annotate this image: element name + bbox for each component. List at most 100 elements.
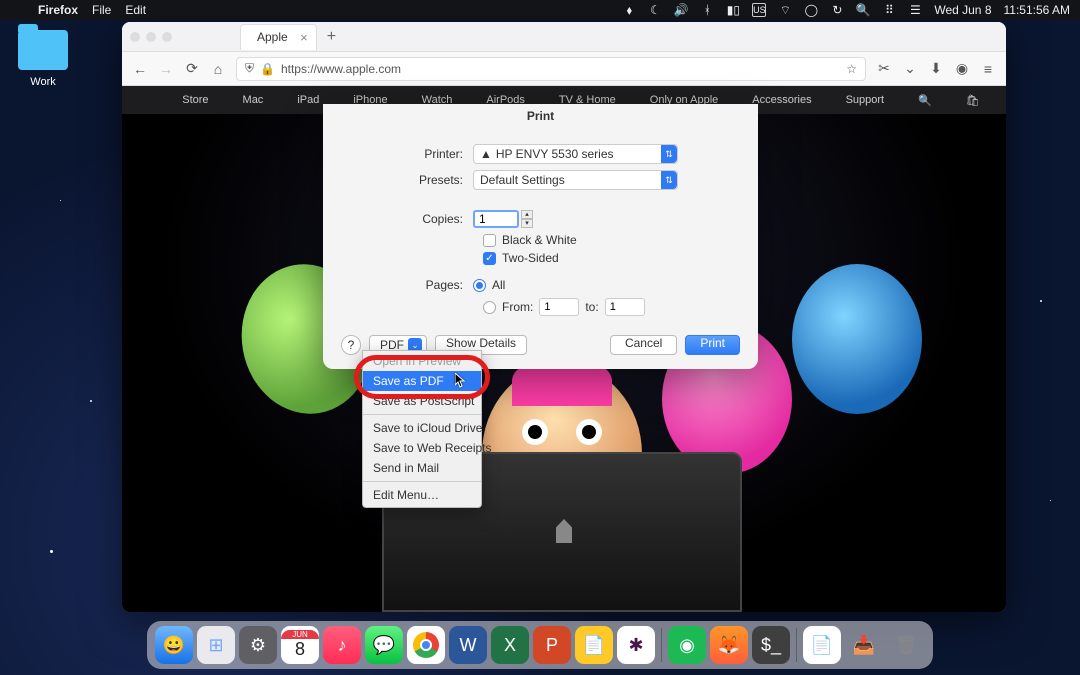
dock-textfile[interactable]: 📄 (803, 626, 841, 664)
pages-from-label: From: (502, 300, 533, 314)
home-button[interactable]: ⌂ (210, 61, 226, 77)
dock-slack[interactable]: ✱ (617, 626, 655, 664)
menubar-edit[interactable]: Edit (125, 3, 146, 17)
pdf-menu-save-ps[interactable]: Save as PostScript (363, 391, 481, 411)
dropbox-icon[interactable]: ⬧ (622, 3, 636, 17)
input-source-icon[interactable]: US (752, 3, 766, 17)
apple-menu-icon[interactable] (10, 3, 24, 17)
dock-separator (796, 628, 797, 662)
copies-stepper[interactable]: ▴▾ (521, 210, 533, 228)
printer-value: HP ENVY 5530 series (496, 147, 614, 161)
battery-icon[interactable]: ▮▯ (726, 3, 740, 17)
cancel-button[interactable]: Cancel (610, 335, 677, 355)
app-menu-icon[interactable]: ≡ (980, 61, 996, 77)
dock-notes[interactable]: 📄 (575, 626, 613, 664)
do-not-disturb-icon[interactable]: ☾ (648, 3, 662, 17)
new-tab-button[interactable]: + (327, 28, 336, 46)
toolbar: ← → ⟳ ⌂ ⛨ 🔒 https://www.apple.com ☆ ✂ ⌄ … (122, 52, 1006, 86)
chevron-updown-icon: ⇅ (661, 145, 677, 163)
dock-trash[interactable]: 🗑 (887, 626, 925, 664)
dock-calendar[interactable]: JUN8 (281, 626, 319, 664)
bookmark-star-icon[interactable]: ☆ (846, 62, 857, 76)
pages-range-radio[interactable] (483, 301, 496, 314)
lock-icon[interactable]: 🔒 (260, 62, 275, 76)
tab-apple[interactable]: Apple × (240, 24, 317, 50)
time-machine-icon[interactable]: ↻ (830, 3, 844, 17)
bw-checkbox[interactable] (483, 234, 496, 247)
menubar-file[interactable]: File (92, 3, 111, 17)
dock-powerpoint[interactable]: P (533, 626, 571, 664)
presets-label: Presets: (343, 173, 473, 187)
nav-store[interactable]: Store (182, 94, 208, 106)
nav-search-icon[interactable]: 🔍 (918, 94, 932, 107)
nav-accessories[interactable]: Accessories (752, 94, 811, 106)
account-icon[interactable]: ◉ (954, 61, 970, 77)
window-controls[interactable] (130, 32, 172, 42)
menubar-date[interactable]: Wed Jun 8 (934, 3, 991, 17)
presets-value: Default Settings (480, 173, 565, 187)
back-button[interactable]: ← (132, 61, 148, 77)
print-dialog: Print Printer: ▲ HP ENVY 5530 series ⇅ P… (323, 104, 758, 369)
nav-bag-icon[interactable]: 🛍 (966, 94, 980, 107)
nav-ipad[interactable]: iPad (297, 94, 319, 106)
shield-icon[interactable]: ⛨ (245, 61, 254, 76)
bluetooth-icon[interactable]: ᚼ (700, 3, 714, 17)
pdf-menu-web-receipts[interactable]: Save to Web Receipts (363, 438, 481, 458)
pages-all-radio[interactable] (473, 279, 486, 292)
downloads-icon[interactable]: ⬇ (928, 61, 944, 77)
dock-word[interactable]: W (449, 626, 487, 664)
forward-button[interactable]: → (158, 61, 174, 77)
print-dialog-title: Print (323, 104, 758, 131)
printer-label: Printer: (343, 147, 473, 161)
dock-chrome[interactable] (407, 626, 445, 664)
dock-downloads[interactable]: 📥 (845, 626, 883, 664)
dock-finder[interactable]: 😀 (155, 626, 193, 664)
nav-support[interactable]: Support (846, 94, 885, 106)
pages-to-input[interactable] (605, 298, 645, 316)
chevron-updown-icon: ⇅ (661, 171, 677, 189)
printer-select[interactable]: ▲ HP ENVY 5530 series ⇅ (473, 144, 678, 164)
pdf-menu-edit[interactable]: Edit Menu… (363, 485, 481, 505)
help-button[interactable]: ? (341, 335, 361, 355)
extension-icon[interactable]: ✂ (876, 61, 892, 77)
url-bar[interactable]: ⛨ 🔒 https://www.apple.com ☆ (236, 57, 866, 81)
url-text: https://www.apple.com (281, 62, 401, 76)
pocket-icon[interactable]: ⌄ (902, 61, 918, 77)
pdf-menu-mail[interactable]: Send in Mail (363, 458, 481, 478)
control-center-icon[interactable]: ⠿ (882, 3, 896, 17)
dock-excel[interactable]: X (491, 626, 529, 664)
dock-spotify[interactable]: ◉ (668, 626, 706, 664)
twosided-label: Two-Sided (502, 251, 559, 265)
pdf-menu-open-preview[interactable]: Open in Preview (363, 351, 481, 371)
nav-mac[interactable]: Mac (243, 94, 264, 106)
user-icon[interactable]: ◯ (804, 3, 818, 17)
wifi-icon[interactable]: ⌔ (778, 3, 792, 17)
dock-messages[interactable]: 💬 (365, 626, 403, 664)
folder-label: Work (18, 76, 68, 88)
menu-separator (363, 414, 481, 415)
dock-music[interactable]: ♪ (323, 626, 361, 664)
desktop-folder-work[interactable]: Work (18, 30, 68, 88)
presets-select[interactable]: Default Settings ⇅ (473, 170, 678, 190)
dock: 😀 ⊞ ⚙ JUN8 ♪ 💬 W X P 📄 ✱ ◉ 🦊 $_ 📄 📥 🗑 (147, 621, 933, 669)
close-tab-icon[interactable]: × (300, 30, 308, 45)
notification-icon[interactable]: ☰ (908, 3, 922, 17)
copies-input[interactable] (473, 210, 519, 228)
dock-terminal[interactable]: $_ (752, 626, 790, 664)
pages-from-input[interactable] (539, 298, 579, 316)
menubar-time[interactable]: 11:51:56 AM (1004, 3, 1071, 17)
volume-icon[interactable]: 🔊 (674, 3, 688, 17)
bw-label: Black & White (502, 233, 577, 247)
pages-label: Pages: (343, 278, 473, 292)
print-button[interactable]: Print (685, 335, 740, 355)
spotlight-icon[interactable]: 🔍 (856, 3, 870, 17)
dock-firefox[interactable]: 🦊 (710, 626, 748, 664)
pdf-menu-icloud[interactable]: Save to iCloud Drive (363, 418, 481, 438)
reload-button[interactable]: ⟳ (184, 61, 200, 77)
dock-settings[interactable]: ⚙ (239, 626, 277, 664)
menubar-app[interactable]: Firefox (38, 3, 78, 17)
pages-all-label: All (492, 278, 505, 292)
twosided-checkbox[interactable]: ✓ (483, 252, 496, 265)
dock-launchpad[interactable]: ⊞ (197, 626, 235, 664)
menu-separator (363, 481, 481, 482)
